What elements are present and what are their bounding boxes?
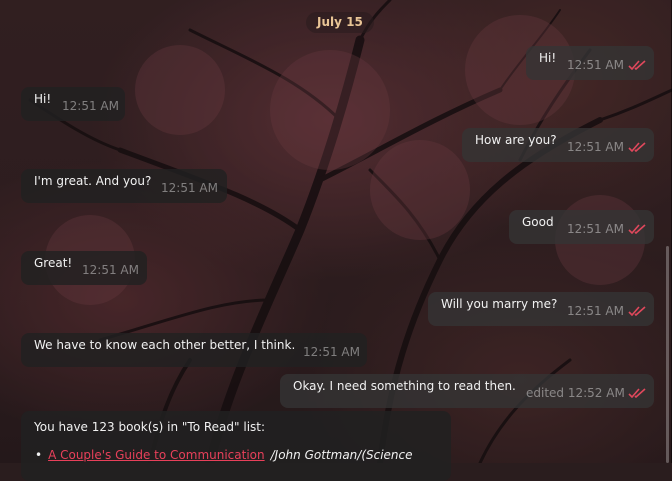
book-list-message[interactable]: You have 123 book(s) in "To Read" list: … [21,411,451,481]
message-time: 12:51 AM [82,263,139,277]
message-incoming[interactable]: Hi! 12:51 AM [21,87,125,121]
message-text: I'm great. And you? [34,174,152,188]
message-time: 12:51 AM [567,140,624,154]
message-time: 12:51 AM [303,345,360,359]
bullet-icon: • [35,448,43,462]
message-time-edited: edited 12:52 AM [526,386,625,400]
message-outgoing[interactable]: How are you? 12:51 AM [462,128,654,162]
message-text: Hi! [34,92,52,106]
message-incoming[interactable]: Great! 12:51 AM [21,251,147,285]
message-text: We have to know each other better, I thi… [34,338,296,352]
double-check-icon [628,60,647,70]
double-check-icon [628,306,647,316]
message-text: Good [522,215,554,229]
message-incoming[interactable]: I'm great. And you? 12:51 AM [21,169,227,203]
chat-scrollbar[interactable] [666,246,669,463]
message-outgoing[interactable]: Hi! 12:51 AM [526,46,654,80]
message-text: Great! [34,256,73,270]
message-time: 12:51 AM [62,99,119,113]
book-list-item: • A Couple's Guide to Communication/John … [35,448,413,462]
message-time: 12:51 AM [567,304,624,318]
message-time: 12:51 AM [567,222,624,236]
message-time: 12:51 AM [567,58,624,72]
message-text: You have 123 book(s) in "To Read" list: [34,420,266,434]
date-separator: July 15 [306,12,374,33]
message-outgoing[interactable]: Will you marry me? 12:51 AM [428,292,654,326]
message-text: Hi! [539,51,557,65]
message-incoming[interactable]: We have to know each other better, I thi… [21,333,367,367]
double-check-icon [628,142,647,152]
message-text: How are you? [475,133,557,147]
message-outgoing-edited[interactable]: Okay. I need something to read then. edi… [280,374,654,408]
book-author: /John Gottman/(Science [270,448,413,462]
message-text: Will you marry me? [441,297,558,311]
book-title-link[interactable]: A Couple's Guide to Communication [48,448,265,462]
double-check-icon [628,224,647,234]
message-outgoing[interactable]: Good 12:51 AM [509,210,654,244]
message-text: Okay. I need something to read then. [293,379,516,393]
message-time: 12:51 AM [161,181,218,195]
double-check-icon [628,388,647,398]
